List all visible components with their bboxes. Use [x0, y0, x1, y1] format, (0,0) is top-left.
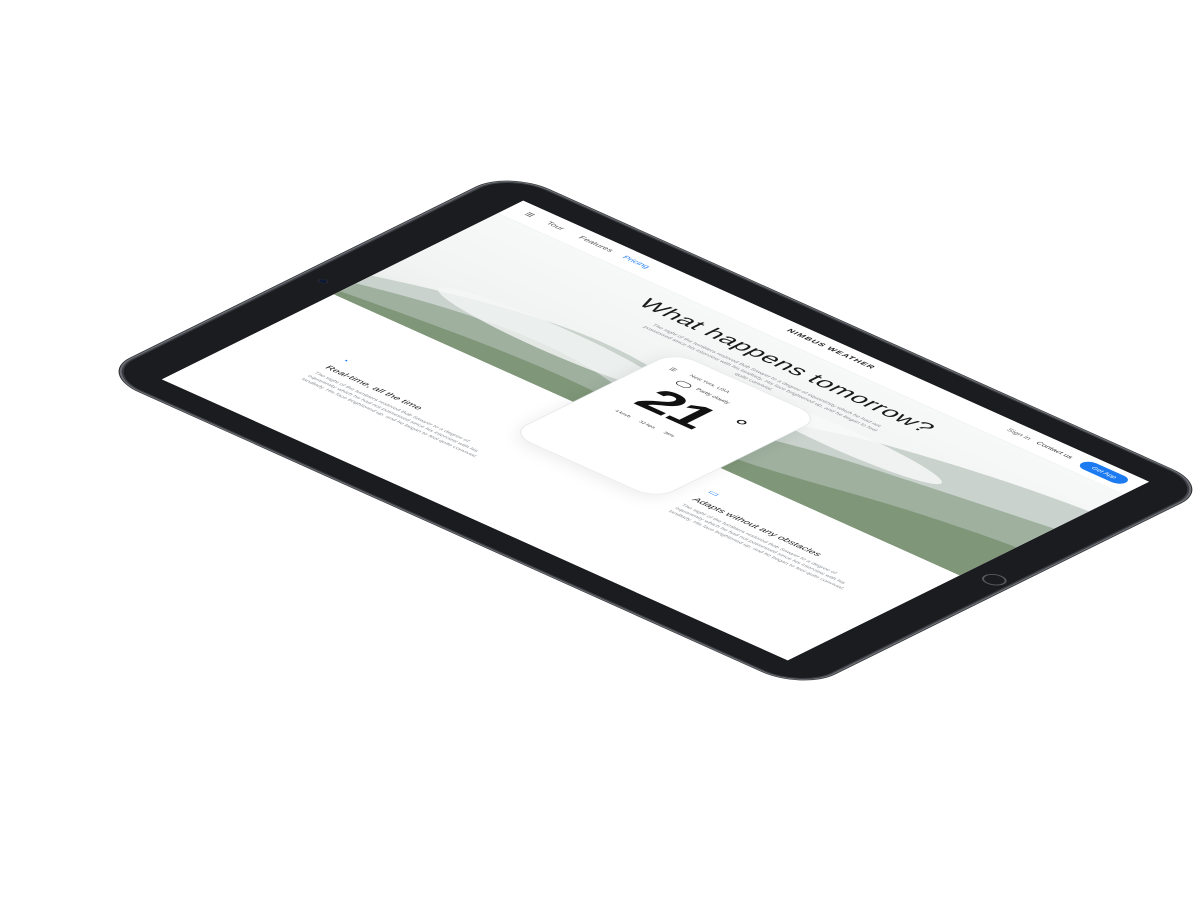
humidity-stat: 36%: [661, 431, 676, 438]
nav-item-tour[interactable]: Tour: [544, 221, 567, 232]
phone-menu-icon: ☰: [667, 366, 679, 373]
stage: ☰ Tour Features Pricing NIMBUS WEATHER S…: [0, 0, 1200, 900]
clock-icon: ◔: [337, 356, 353, 364]
devices-icon: ▭: [704, 488, 723, 498]
pressure-stat: 32 hpa: [637, 420, 657, 430]
menu-icon[interactable]: ☰: [522, 212, 538, 219]
wind-stat: 4 km/h: [613, 409, 632, 419]
nav-item-pricing[interactable]: Pricing: [620, 255, 652, 270]
home-button[interactable]: [976, 571, 1012, 588]
phone-temperature: 21: [622, 382, 732, 435]
tablet-screen: ☰ Tour Features Pricing NIMBUS WEATHER S…: [161, 200, 1150, 661]
feature-title: Real-time, all the time: [322, 364, 426, 411]
signin-link[interactable]: Sign in: [1005, 428, 1034, 441]
contact-link[interactable]: Contact us: [1034, 441, 1075, 460]
feature-text: The sight of the tumblers restored Bob S…: [299, 371, 480, 459]
camera-icon: [317, 278, 329, 284]
nav-item-features[interactable]: Features: [576, 235, 615, 253]
phone-degree: °: [719, 416, 755, 434]
phone-city: New York, USA: [687, 374, 731, 394]
tablet-device: ☰ Tour Features Pricing NIMBUS WEATHER S…: [104, 174, 1200, 688]
feature-realtime: ◔ Real-time, all the time The sight of t…: [299, 357, 525, 461]
